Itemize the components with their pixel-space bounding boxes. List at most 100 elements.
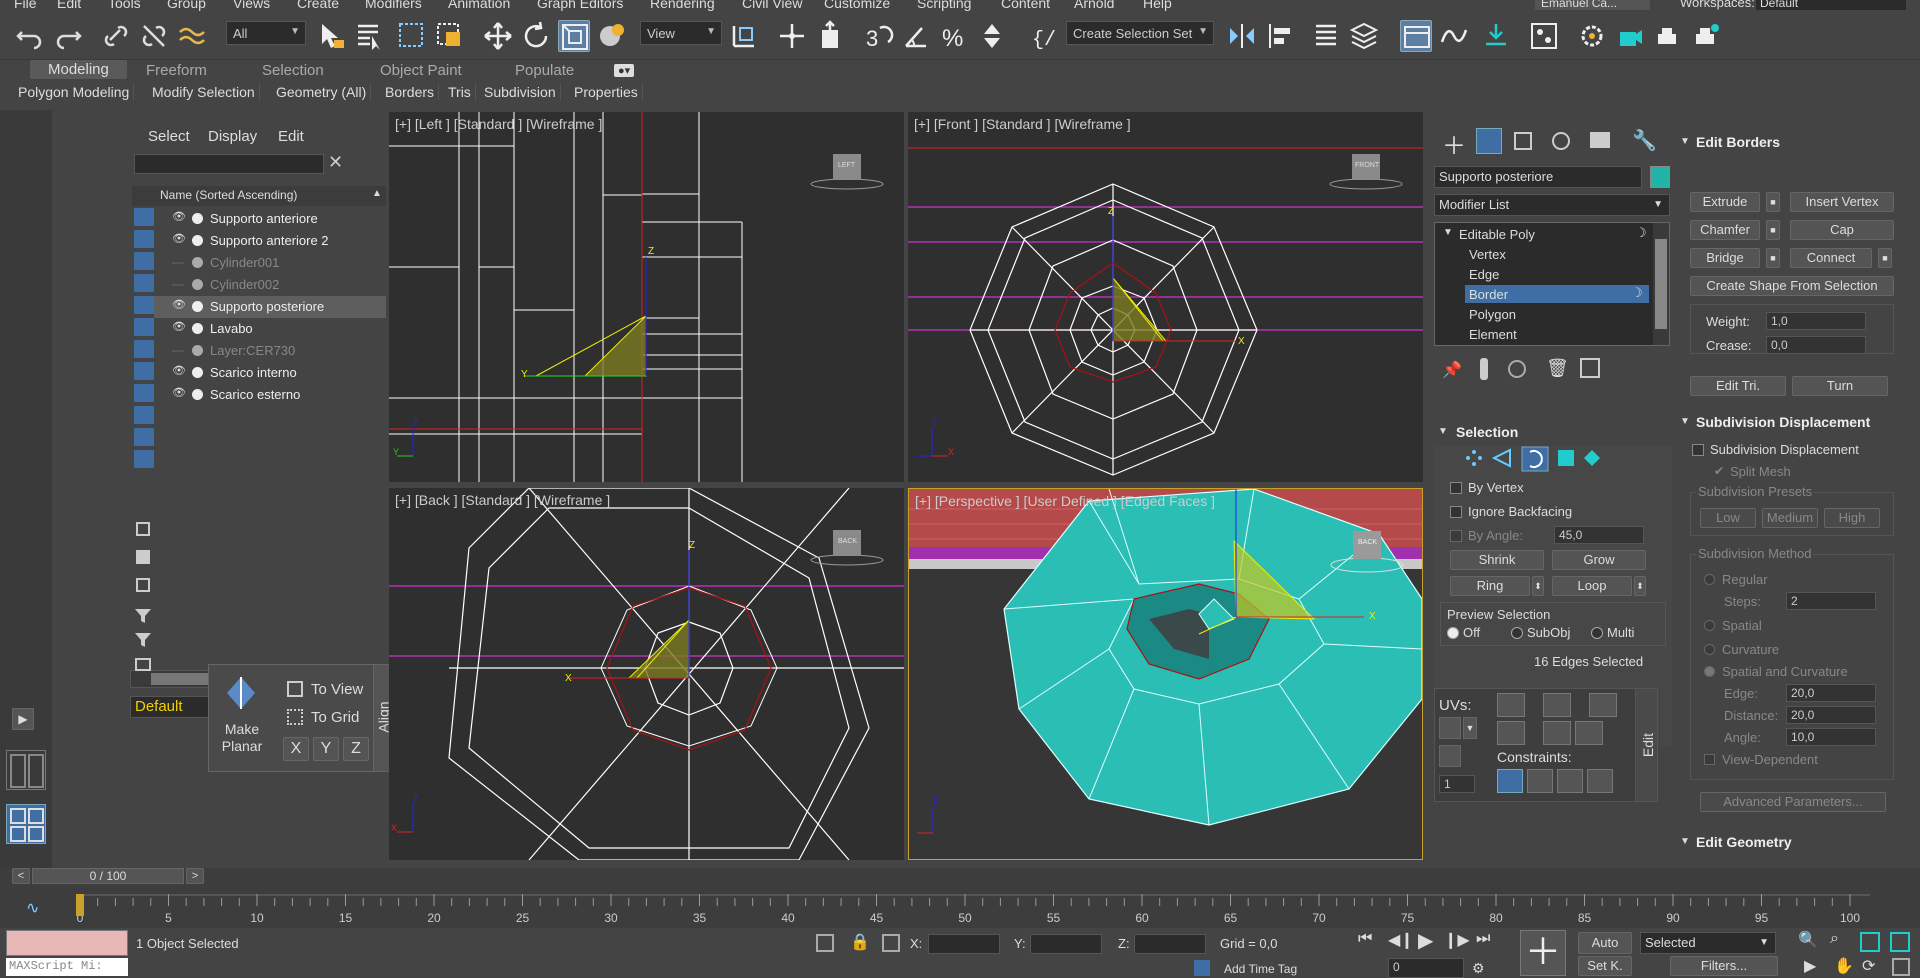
time-config-icon[interactable]: ⚙ (1472, 960, 1485, 977)
ribbon-tris[interactable]: Tris (444, 84, 476, 100)
constraint-none-icon[interactable] (1497, 769, 1523, 793)
turn-button[interactable]: Turn (1792, 376, 1888, 396)
stack-polygon[interactable]: Polygon (1469, 307, 1516, 322)
stack-light-bulb-icon[interactable]: ☽ (1635, 225, 1647, 241)
to-grid-icon[interactable] (287, 709, 303, 725)
filter-icon[interactable] (134, 608, 152, 624)
repeat-last-icon[interactable] (1497, 693, 1525, 717)
to-view-icon[interactable] (287, 681, 303, 697)
menu-graph-editors[interactable]: Graph Editors (537, 0, 623, 11)
bridge-button[interactable]: Bridge (1690, 248, 1760, 268)
scene-explorer-toggle-icon[interactable] (1310, 20, 1342, 52)
curve-editor-icon[interactable] (1438, 20, 1470, 52)
display-frozen-icon[interactable] (134, 428, 154, 446)
reference-coordinate-dropdown[interactable]: View ▼ (640, 21, 722, 45)
stack-scrollbar[interactable] (1653, 223, 1669, 345)
uv-lock-icon[interactable] (1439, 717, 1461, 739)
place-icon[interactable] (596, 20, 628, 52)
goto-end-icon[interactable]: ⏭ (1476, 930, 1490, 948)
timeline-ruler[interactable]: 0 5 10 15 20 25 30 35 40 45 50 55 60 65 70 75 80 85 90 95 10… (0, 890, 1920, 928)
selection-lock-icon[interactable]: 🔒 (850, 932, 870, 952)
preview-multi-radio[interactable] (1591, 627, 1603, 639)
grow-button[interactable]: Grow (1552, 550, 1646, 570)
pan-icon[interactable]: ✋ (1834, 956, 1854, 976)
shrink-button[interactable]: Shrink (1450, 550, 1544, 570)
snaps-toggle-icon[interactable]: 3 (862, 20, 894, 52)
menu-group[interactable]: Group (167, 0, 206, 11)
rendered-frame-icon[interactable] (1614, 20, 1646, 52)
advanced-parameters-button[interactable]: Advanced Parameters... (1700, 792, 1886, 812)
mirror-icon[interactable] (1226, 20, 1258, 52)
display-hidden-icon[interactable] (134, 450, 154, 468)
ring-spinner[interactable]: ⬍ (1532, 576, 1544, 596)
ribbon-toggle-icon[interactable] (1400, 20, 1432, 52)
z-coord-field[interactable] (1134, 934, 1206, 954)
expand-all-icon[interactable] (136, 522, 150, 536)
layer-explorer-icon[interactable] (1348, 20, 1380, 52)
uv-lock-dropdown-icon[interactable]: ▼ (1463, 717, 1477, 739)
preset-low-button[interactable]: Low (1700, 508, 1756, 528)
visibility-eye-icon[interactable]: 👁 (172, 386, 186, 399)
stack-border-selected[interactable]: Border ☽ (1465, 285, 1649, 303)
collapse-all-icon[interactable] (136, 550, 150, 564)
x-coord-field[interactable] (928, 934, 1000, 954)
render-production-icon[interactable] (1652, 20, 1684, 52)
collapse-arrow-icon[interactable]: ▼ (1443, 227, 1453, 238)
insert-vertex-button[interactable]: Insert Vertex (1790, 192, 1894, 212)
viewcube-front[interactable]: FRONT (1355, 162, 1379, 169)
menu-create[interactable]: Create (297, 0, 339, 11)
modifier-list-dropdown[interactable]: Modifier List ▼ (1434, 194, 1670, 216)
ribbon-polygon-modeling[interactable]: Polygon Modeling (14, 84, 135, 100)
explorer-row[interactable]: Cylinder002 (154, 274, 386, 296)
ribbon-geometry-all[interactable]: Geometry (All) (272, 84, 372, 100)
visibility-eye-icon[interactable]: 👁 (172, 320, 186, 333)
selection-filter-dropdown[interactable]: All ▼ (226, 21, 306, 45)
viewport-back-label[interactable]: [+] [Back ] [Standard ] [Wireframe ] (395, 492, 610, 508)
connect-settings-icon[interactable]: ■ (1878, 248, 1892, 268)
filter-settings-icon[interactable] (134, 632, 152, 648)
uv-tool-icon[interactable] (1439, 745, 1461, 767)
set-key-big-button[interactable]: ＋ (1520, 930, 1566, 976)
pivot-center-icon[interactable] (728, 20, 760, 52)
viewport-perspective[interactable]: X Z [+] [Perspective ] [User Defined ] [… (908, 488, 1423, 860)
loop-spinner[interactable]: ⬍ (1634, 576, 1646, 596)
display-geometry-icon[interactable] (134, 208, 154, 226)
display-containers-icon[interactable] (134, 406, 154, 424)
zoom-extents-icon[interactable] (1860, 932, 1880, 952)
isolate-selection-icon[interactable] (816, 934, 834, 952)
preset-high-button[interactable]: High (1824, 508, 1880, 528)
play-icon[interactable]: ▶ (1418, 928, 1433, 953)
make-unique-icon[interactable] (1508, 360, 1526, 378)
menu-modifiers[interactable]: Modifiers (365, 0, 422, 11)
explorer-row[interactable]: 👁 Scarico interno (154, 362, 386, 384)
visibility-eye-icon[interactable]: 👁 (172, 364, 186, 377)
display-xrefs-icon[interactable] (134, 362, 154, 380)
visibility-eye-icon[interactable] (172, 280, 184, 286)
edge-spinner[interactable]: 20,0 (1786, 684, 1876, 702)
scale-icon[interactable] (558, 20, 590, 52)
chamfer-settings-icon[interactable]: ■ (1766, 220, 1780, 240)
connect-button[interactable]: Connect (1790, 248, 1872, 268)
method-spatial-radio[interactable] (1704, 620, 1715, 631)
move-icon[interactable] (482, 20, 514, 52)
preview-subobj-radio[interactable] (1511, 627, 1523, 639)
tab-object-paint[interactable]: Object Paint (380, 62, 462, 79)
viewcube-left[interactable]: LEFT (838, 162, 855, 169)
window-crossing-icon[interactable] (434, 20, 466, 52)
create-tab-icon[interactable]: ＋ (1442, 126, 1466, 161)
explorer-row[interactable]: 👁 Supporto posteriore (154, 296, 386, 318)
cut-icon[interactable] (1497, 721, 1525, 745)
split-mesh-checkbox[interactable]: ✔ (1714, 464, 1724, 478)
key-filters-button[interactable]: Filters... (1670, 956, 1778, 976)
render-activeshade-icon[interactable] (1690, 20, 1722, 52)
scene-explorer-options-icon[interactable] (134, 656, 152, 672)
ribbon-options-icon[interactable]: ●▾ (614, 64, 635, 77)
explorer-row[interactable]: 👁 Supporto anteriore (154, 208, 386, 230)
visibility-eye-icon[interactable]: 👁 (172, 232, 186, 245)
relax-icon[interactable] (1543, 721, 1571, 745)
display-tab-icon[interactable] (1590, 132, 1610, 148)
extrude-button[interactable]: Extrude (1690, 192, 1760, 212)
ribbon-properties[interactable]: Properties (570, 84, 643, 100)
set-key-button[interactable]: Set K. (1578, 956, 1632, 976)
goto-start-icon[interactable]: ⏮ (1358, 930, 1372, 948)
